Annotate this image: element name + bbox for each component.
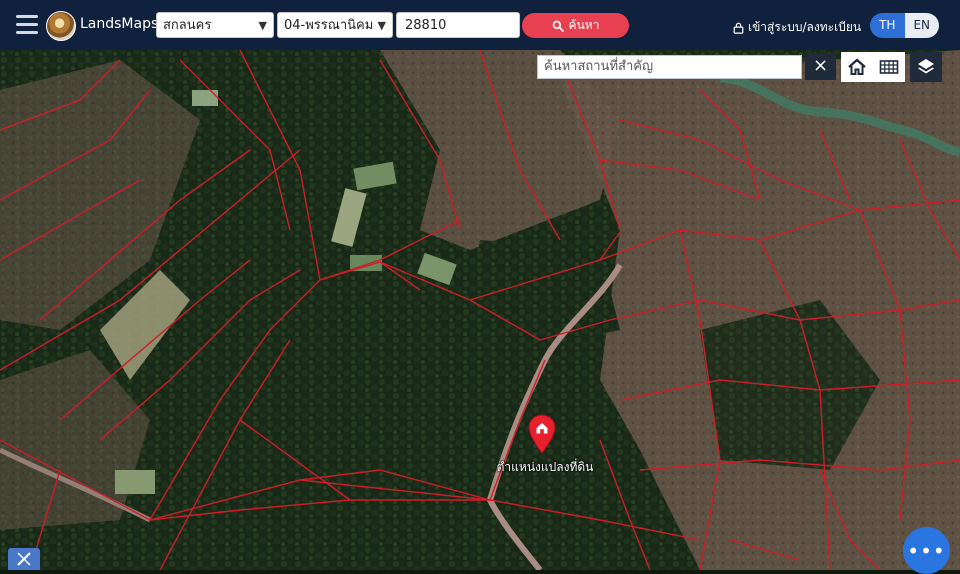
home-button[interactable] bbox=[841, 52, 873, 82]
chevron-down-icon: ▼ bbox=[377, 19, 386, 32]
map-canvas[interactable] bbox=[0, 50, 960, 570]
lang-en-button[interactable]: EN bbox=[904, 13, 939, 38]
more-options-button[interactable]: ••• bbox=[903, 527, 950, 574]
app-brand-name: LandsMaps bbox=[80, 16, 159, 32]
search-icon bbox=[552, 20, 564, 32]
menu-icon[interactable] bbox=[16, 15, 38, 35]
marker-label: ตำแหน่งแปลงที่ดิน bbox=[496, 460, 594, 474]
lock-icon bbox=[733, 22, 744, 34]
layers-button[interactable] bbox=[910, 52, 942, 82]
parcel-grid-button[interactable] bbox=[873, 52, 905, 82]
search-button[interactable]: ค้นหา bbox=[522, 13, 629, 38]
province-select[interactable]: สกลนคร ▼ bbox=[156, 12, 274, 38]
top-navigation-bar: LandsMaps สกลนคร ▼ 04-พรรณานิคม ▼ ค้นหา … bbox=[0, 0, 960, 50]
province-select-value: สกลนคร bbox=[163, 18, 212, 33]
lang-th-button[interactable]: TH bbox=[870, 13, 905, 38]
satellite-map[interactable]: ตำแหน่งแปลงที่ดิน bbox=[0, 50, 960, 570]
map-shade bbox=[0, 50, 960, 570]
grid-icon bbox=[879, 60, 899, 74]
home-icon bbox=[848, 58, 866, 75]
login-link[interactable]: เข้าสู่ระบบ/ลงทะเบียน bbox=[733, 18, 861, 37]
measure-tool-button[interactable] bbox=[8, 548, 40, 570]
district-select[interactable]: 04-พรรณานิคม ▼ bbox=[277, 12, 393, 38]
language-toggle: TH EN bbox=[870, 13, 939, 38]
ruler-icon bbox=[17, 552, 31, 566]
chevron-down-icon: ▼ bbox=[258, 19, 267, 32]
close-search-button[interactable]: × bbox=[805, 53, 836, 80]
search-button-label: ค้นหา bbox=[568, 18, 600, 32]
department-logo bbox=[46, 11, 76, 41]
parcel-number-input[interactable] bbox=[396, 12, 520, 38]
district-select-value: 04-พรรณานิคม bbox=[284, 18, 374, 33]
location-pin-icon[interactable] bbox=[528, 414, 556, 454]
login-label: เข้าสู่ระบบ/ลงทะเบียน bbox=[748, 20, 862, 34]
layers-icon bbox=[918, 59, 934, 74]
place-search-input[interactable]: ค้นหาสถานที่สำคัญ bbox=[537, 55, 802, 79]
